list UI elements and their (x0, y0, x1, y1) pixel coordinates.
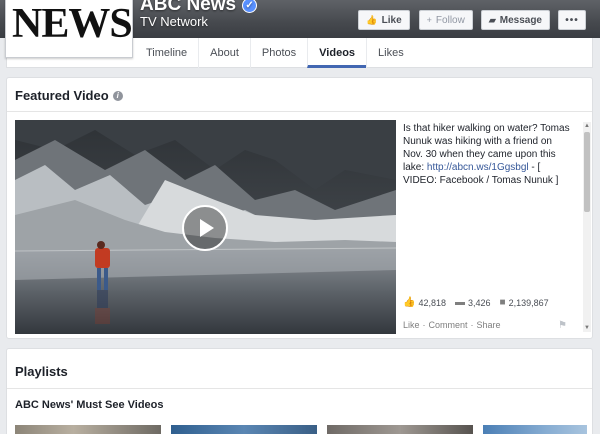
share-link[interactable]: Share (477, 320, 501, 330)
separator: · (470, 320, 474, 330)
verified-check-icon: ✓ (242, 0, 258, 13)
follow-label: Follow (435, 14, 465, 26)
description-link[interactable]: http://abcn.ws/1Ggsbgl (427, 162, 529, 173)
comment-count[interactable]: ▬ 3,426 (455, 297, 491, 308)
play-icon (200, 219, 214, 237)
video-stats: 👍 42,818 ▬ 3,426 ■ 2,139,867 (403, 297, 549, 308)
video-actions: Like · Comment · Share (403, 320, 501, 330)
video-camera-icon: ■ (499, 297, 506, 308)
tab-timeline[interactable]: Timeline (135, 38, 198, 68)
like-page-button[interactable]: 👍 Like (358, 10, 410, 30)
playlist-name[interactable]: ABC News' Must See Videos (15, 399, 164, 411)
like-link[interactable]: Like (403, 320, 420, 330)
like-count-value: 42,818 (418, 297, 446, 308)
news-logo: NEWS (12, 1, 132, 47)
page-category[interactable]: TV Network (140, 14, 208, 29)
page-tabs: Timeline About Photos Videos Likes (135, 38, 415, 68)
message-label: Message (499, 14, 542, 26)
scroll-thumb[interactable] (584, 132, 590, 212)
comment-count-value: 3,426 (467, 297, 491, 308)
playlists-title: Playlists (15, 364, 68, 379)
video-description: Is that hiker walking on water? Tomas Nu… (403, 122, 573, 187)
thumbs-up-icon: 👍 (403, 297, 416, 308)
featured-video-card: Featured Video i Is that hiker walking o… (6, 77, 593, 339)
comment-icon: ▬ (454, 297, 465, 308)
tab-videos[interactable]: Videos (307, 38, 367, 68)
profile-picture[interactable]: NEWS (5, 0, 133, 58)
info-icon[interactable]: i (112, 90, 123, 101)
plus-icon: + (426, 15, 432, 25)
tab-photos[interactable]: Photos (249, 38, 307, 68)
message-button[interactable]: ▰ Message (480, 10, 550, 30)
separator: · (422, 320, 426, 330)
flag-icon[interactable]: ⚑ (558, 320, 567, 331)
playlist-thumbnail[interactable] (171, 423, 317, 434)
scroll-down-arrow-icon[interactable]: ▼ (583, 324, 591, 332)
divider (7, 111, 592, 112)
like-page-label: Like (381, 14, 402, 26)
video-player[interactable] (15, 120, 396, 334)
more-options-button[interactable]: ••• (558, 10, 586, 30)
cover-actions: 👍 Like + Follow ▰ Message ••• (358, 10, 586, 30)
message-icon: ▰ (488, 14, 496, 25)
featured-video-title: Featured Video (15, 88, 109, 103)
description-scrollbar[interactable]: ▲ ▼ (583, 122, 591, 332)
playlists-card: Playlists ABC News' Must See Videos (6, 348, 593, 434)
tab-likes[interactable]: Likes (366, 38, 415, 68)
view-count: ■ 2,139,867 (500, 297, 549, 308)
like-count[interactable]: 👍 42,818 (403, 297, 446, 308)
tab-about[interactable]: About (198, 38, 250, 68)
scroll-up-arrow-icon[interactable]: ▲ (583, 122, 591, 130)
thumbs-up-icon: 👍 (366, 14, 378, 25)
comment-link[interactable]: Comment (429, 320, 468, 330)
playlist-thumbnail[interactable] (327, 423, 473, 434)
follow-button[interactable]: + Follow (418, 10, 473, 30)
divider (7, 388, 592, 389)
playlist-thumbnail[interactable] (15, 423, 161, 434)
play-button[interactable] (182, 205, 228, 251)
playlist-thumbnail[interactable] (483, 423, 587, 434)
featured-video-heading: Featured Video i (15, 88, 123, 103)
view-count-value: 2,139,867 (508, 297, 549, 308)
